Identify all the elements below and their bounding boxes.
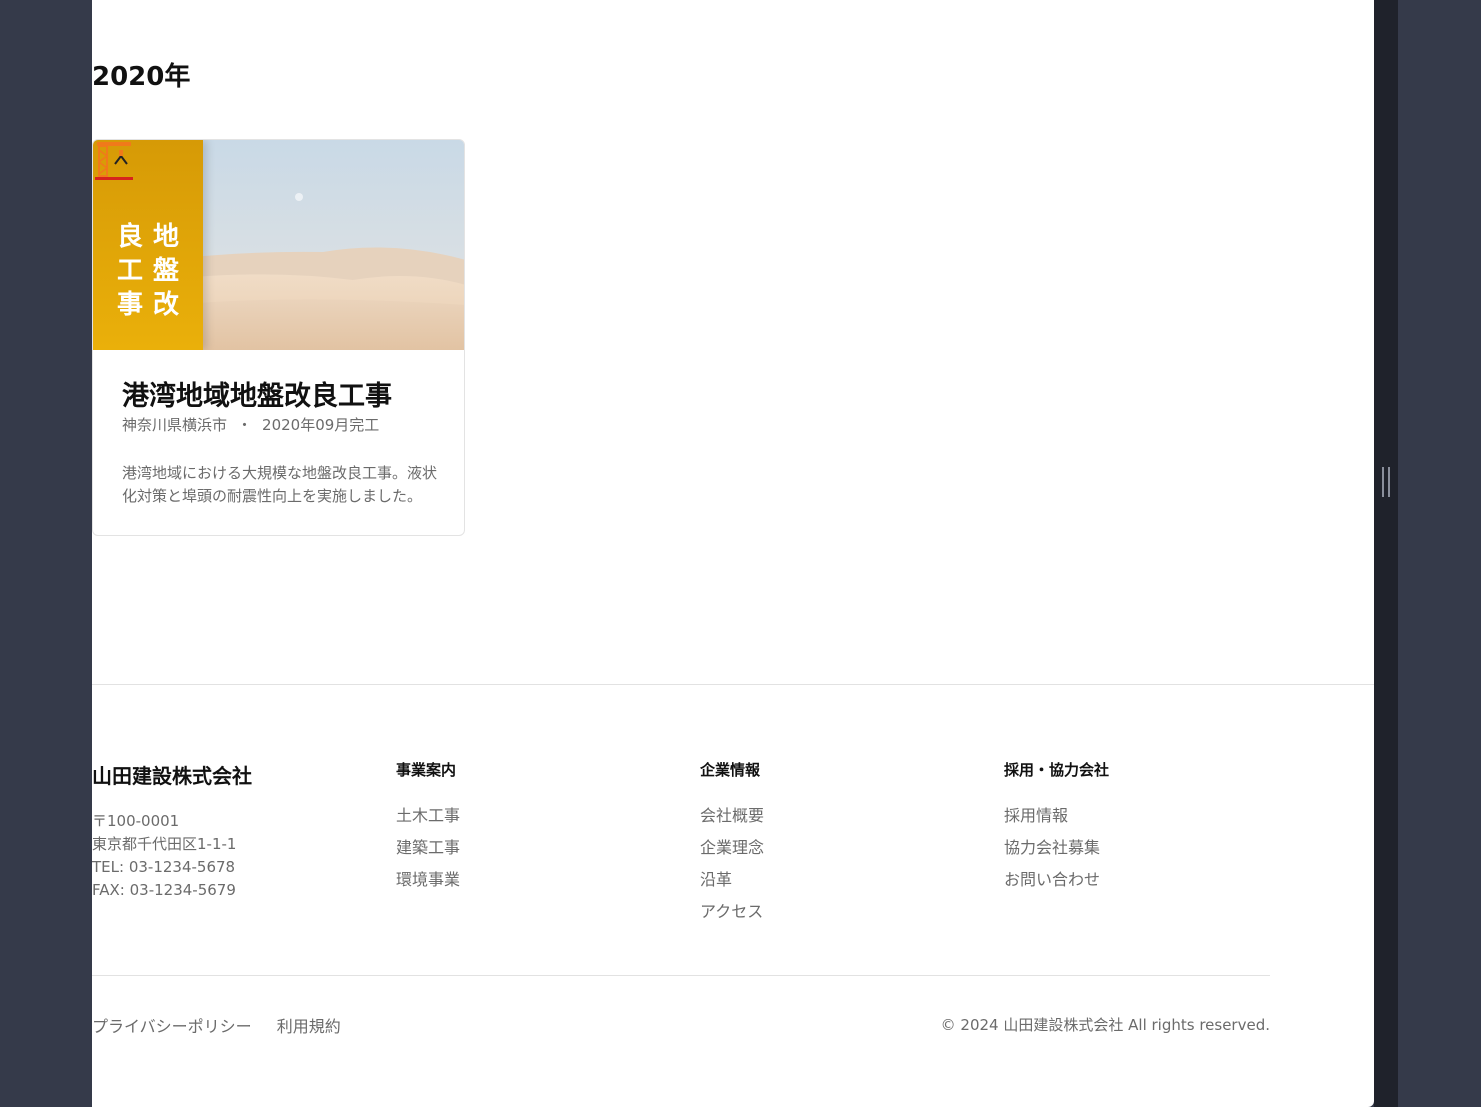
footer-link[interactable]: 企業理念 (700, 832, 764, 864)
footer-column-title: 採用・協力会社 (1004, 761, 1110, 779)
project-badge: 地盤改 良工事 (93, 140, 203, 350)
footer-column-title: 企業情報 (700, 761, 761, 779)
footer-column-title: 事業案内 (396, 761, 457, 779)
footer-divider (92, 684, 1374, 685)
footer-address: 〒100-0001 東京都千代田区1-1-1 TEL: 03-1234-5678… (92, 810, 236, 902)
page-content: 2020年 地盤改 良工事 港湾地域地盤改良工事 神奈川県横浜市 ・ 2020年… (92, 0, 1374, 1107)
postal-code: 〒100-0001 (92, 812, 180, 830)
project-image: 地盤改 良工事 (93, 140, 464, 350)
meta-separator: ・ (237, 416, 253, 434)
legal-links: プライバシーポリシー 利用規約 (92, 1013, 361, 1037)
project-description: 港湾地域における大規模な地盤改良工事。液状化対策と埠頭の耐震性向上を実施しました… (122, 464, 438, 505)
badge-text-line: 良工事 (116, 222, 143, 320)
project-completion: 2020年09月完工 (262, 416, 380, 434)
footer-link[interactable]: 土木工事 (396, 800, 460, 832)
resize-panel (1374, 0, 1398, 1107)
footer-link[interactable]: 環境事業 (396, 864, 460, 896)
footer-link[interactable]: 会社概要 (700, 800, 764, 832)
footer-link[interactable]: 建築工事 (396, 832, 460, 864)
badge-text: 地盤改 良工事 (93, 220, 203, 322)
project-title[interactable]: 港湾地域地盤改良工事 (122, 374, 392, 413)
construction-crane-icon (95, 142, 133, 180)
footer-bottom-divider (92, 975, 1270, 976)
year-heading: 2020年 (92, 62, 191, 92)
grip-icon[interactable] (1382, 467, 1390, 497)
footer-column-company: 企業情報 会社概要 企業理念 沿革 アクセス (700, 760, 764, 928)
street-address: 東京都千代田区1-1-1 (92, 835, 237, 853)
footer-company-name: 山田建設株式会社 (92, 764, 252, 788)
project-meta: 神奈川県横浜市・ 2020年09月完工 (122, 414, 379, 435)
privacy-policy-link[interactable]: プライバシーポリシー (92, 1017, 252, 1036)
phone-number: TEL: 03-1234-5678 (92, 858, 236, 876)
footer-link[interactable]: 沿革 (700, 864, 764, 896)
project-location: 神奈川県横浜市 (122, 416, 228, 434)
footer-column-business: 事業案内 土木工事 建築工事 環境事業 (396, 760, 460, 896)
badge-text-line: 地盤改 (152, 222, 179, 320)
fax-number: FAX: 03-1234-5679 (92, 881, 236, 899)
footer-link[interactable]: お問い合わせ (1004, 864, 1109, 896)
copyright-text: © 2024 山田建設株式会社 All rights reserved. (940, 1016, 1270, 1034)
terms-link[interactable]: 利用規約 (277, 1017, 341, 1036)
footer-column-recruit: 採用・協力会社 採用情報 協力会社募集 お問い合わせ (1004, 760, 1109, 896)
footer-link[interactable]: アクセス (700, 896, 764, 928)
footer-link[interactable]: 採用情報 (1004, 800, 1109, 832)
project-card[interactable]: 地盤改 良工事 港湾地域地盤改良工事 神奈川県横浜市・ 2020年09月完工 港湾… (92, 139, 465, 536)
footer-link[interactable]: 協力会社募集 (1004, 832, 1109, 864)
